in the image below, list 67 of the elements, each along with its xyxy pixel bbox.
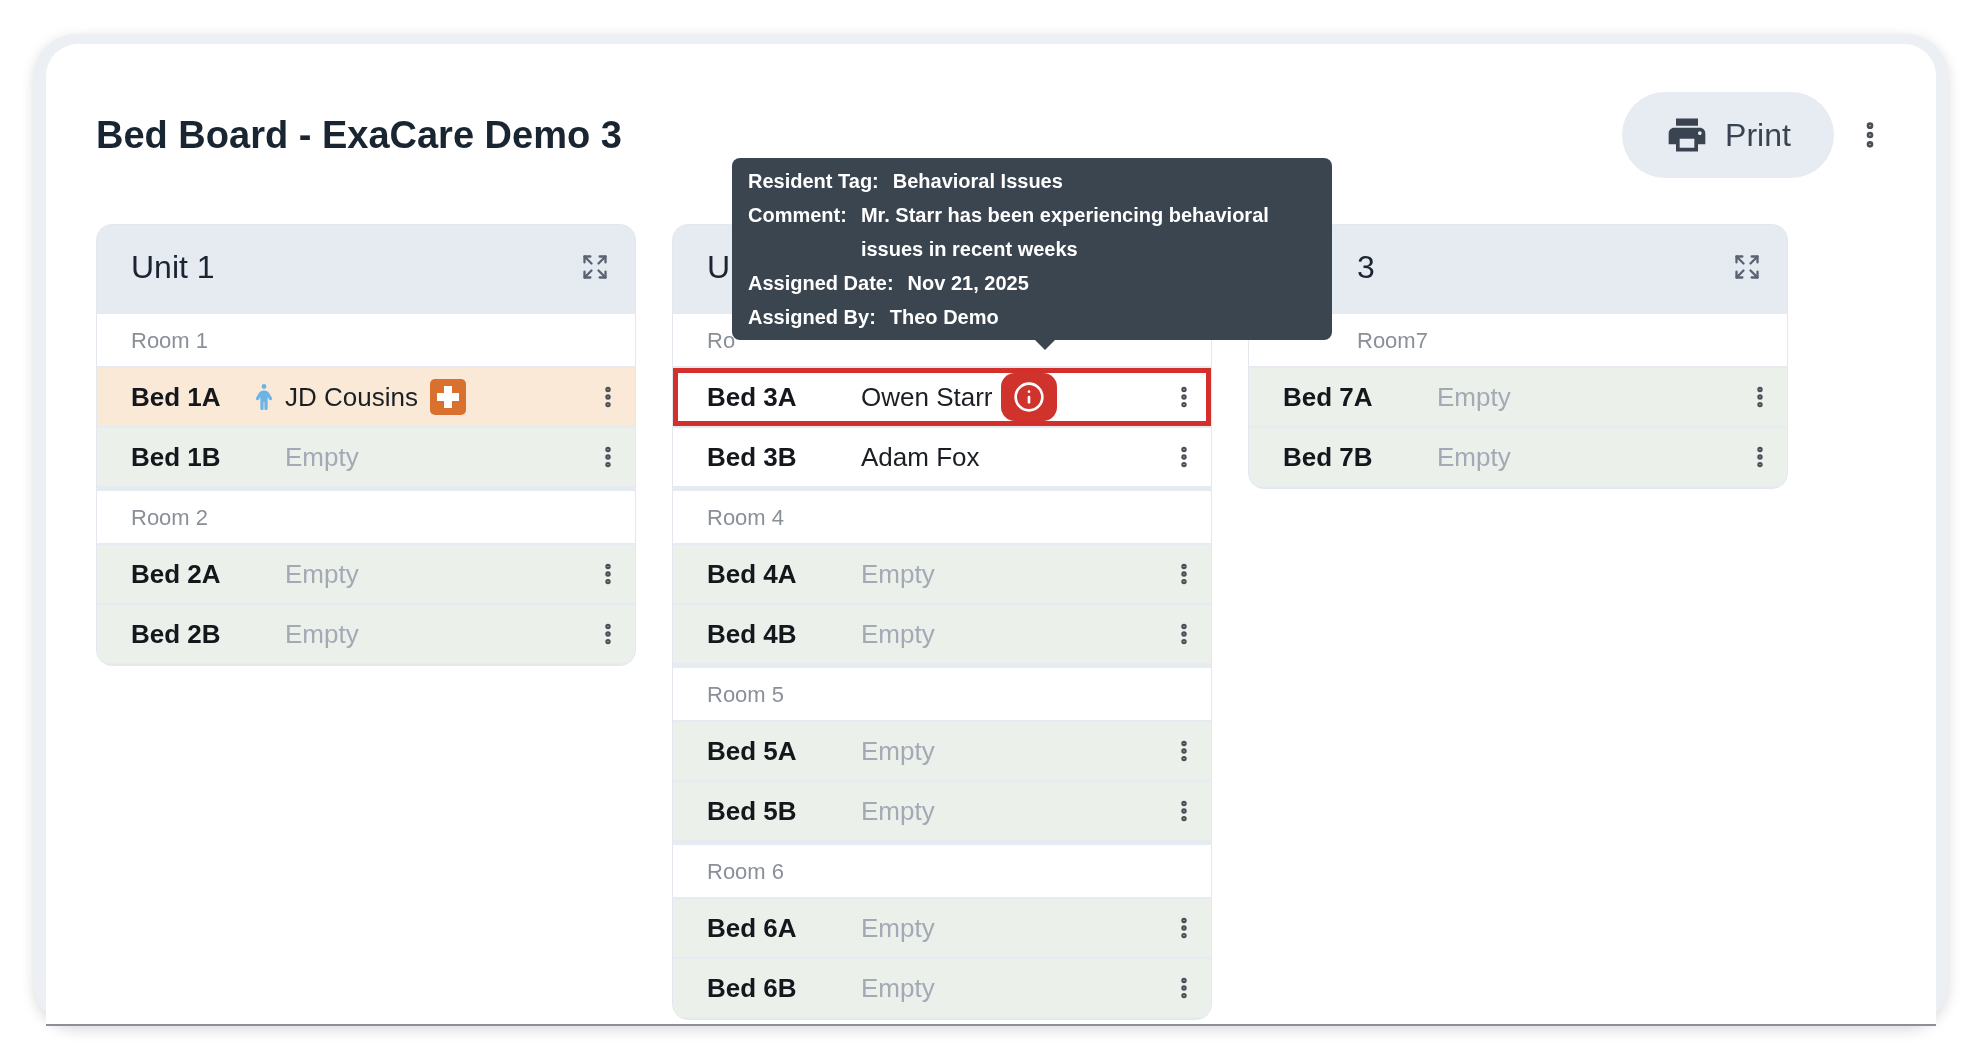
- bed-row[interactable]: Bed 5A Empty: [673, 722, 1211, 780]
- bed-row[interactable]: Bed 7A Empty: [1249, 368, 1787, 426]
- bed-row[interactable]: Bed 7B Empty: [1249, 428, 1787, 486]
- empty-bed-label: Empty: [861, 971, 935, 1005]
- info-button[interactable]: [1000, 373, 1057, 421]
- room-label: Room 1: [131, 326, 209, 355]
- bed-label: Bed 1A: [131, 380, 222, 414]
- tooltip-label: Comment:: [748, 203, 847, 228]
- bed-row[interactable]: Bed 6A Empty: [673, 899, 1211, 957]
- tooltip-label: Resident Tag:: [748, 169, 879, 194]
- print-button[interactable]: Print: [1622, 92, 1834, 178]
- bed-label: Bed 6A: [707, 911, 798, 945]
- bed-row[interactable]: Bed 4A Empty: [673, 545, 1211, 603]
- bed-label: Bed 6B: [707, 971, 798, 1005]
- room-label: Room 4: [707, 503, 785, 532]
- room-label: Room7: [1357, 326, 1428, 355]
- empty-bed-label: Empty: [1437, 440, 1511, 474]
- bed-row[interactable]: Bed 4B Empty: [673, 605, 1211, 663]
- bed-label: Bed 3A: [707, 380, 798, 414]
- bed-label: Bed 5B: [707, 794, 798, 828]
- room-label: Ro: [707, 326, 736, 355]
- resident-name: Owen Starr: [861, 380, 993, 414]
- empty-bed-label: Empty: [861, 734, 935, 768]
- page-title: Bed Board - ExaCare Demo 3: [96, 112, 622, 158]
- empty-bed-label: Empty: [285, 617, 359, 651]
- expand-icon[interactable]: [581, 253, 609, 281]
- bed-label: Bed 2B: [131, 617, 222, 651]
- bed-row[interactable]: Bed 1A JD Cousins: [97, 368, 635, 426]
- bed-row[interactable]: Bed 6B Empty: [673, 959, 1211, 1017]
- bed-row[interactable]: Bed 5B Empty: [673, 782, 1211, 840]
- tooltip-label: Assigned Date:: [748, 271, 894, 296]
- expand-icon[interactable]: [1733, 253, 1761, 281]
- empty-bed-label: Empty: [285, 557, 359, 591]
- bed-row[interactable]: Bed 3B Adam Fox: [673, 428, 1211, 486]
- bed-row[interactable]: Bed 3A Owen Starr: [673, 368, 1211, 426]
- tooltip-value: Theo Demo: [889, 305, 1000, 330]
- tooltip-label: Assigned By:: [748, 305, 876, 330]
- bed-row[interactable]: Bed 1B Empty: [97, 428, 635, 486]
- bed-label: Bed 7B: [1283, 440, 1374, 474]
- empty-bed-label: Empty: [861, 557, 935, 591]
- medical-cross-icon: [429, 379, 466, 415]
- tooltip-value: Mr. Starr has been experiencing behavioral issues in recent weeks: [860, 203, 1270, 262]
- room-label: Room 6: [707, 857, 785, 886]
- info-icon: [1012, 381, 1045, 413]
- bed-label: Bed 2A: [131, 557, 222, 591]
- resident-name: Adam Fox: [861, 440, 980, 474]
- tooltip-value: Behavioral Issues: [892, 169, 1064, 194]
- empty-bed-label: Empty: [861, 617, 935, 651]
- tooltip-value: Nov 21, 2025: [907, 271, 1030, 296]
- unit-title: 3: [1357, 248, 1375, 287]
- room-label: Room 5: [707, 680, 785, 709]
- room-label: Room 2: [131, 503, 209, 532]
- bed-label: Bed 4B: [707, 617, 798, 651]
- bed-row[interactable]: Bed 2A Empty: [97, 545, 635, 603]
- resident-name: JD Cousins: [285, 380, 418, 414]
- bed-label: Bed 4A: [707, 557, 798, 591]
- bed-row[interactable]: Bed 2B Empty: [97, 605, 635, 663]
- empty-bed-label: Empty: [861, 794, 935, 828]
- empty-bed-label: Empty: [1437, 380, 1511, 414]
- unit-title: U: [707, 248, 731, 287]
- bed-label: Bed 3B: [707, 440, 798, 474]
- bed-label: Bed 7A: [1283, 380, 1374, 414]
- empty-bed-label: Empty: [285, 440, 359, 474]
- empty-bed-label: Empty: [861, 911, 935, 945]
- bed-label: Bed 5A: [707, 734, 798, 768]
- unit-title: Unit 1: [131, 248, 215, 287]
- bed-label: Bed 1B: [131, 440, 222, 474]
